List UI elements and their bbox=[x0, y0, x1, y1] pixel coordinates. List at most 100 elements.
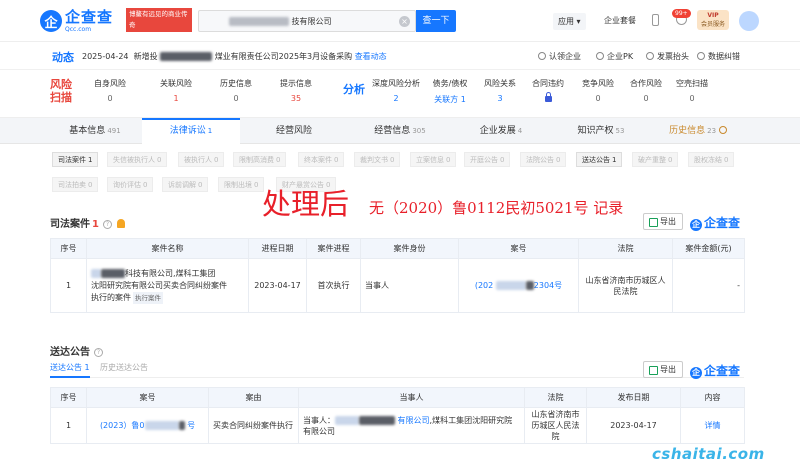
risk-related[interactable]: 关联风险 1 bbox=[146, 78, 206, 103]
apps-menu[interactable]: 应用 ▾ bbox=[553, 13, 586, 30]
case-amount: - bbox=[672, 258, 745, 313]
case-title-text: 司法案件 bbox=[50, 219, 90, 230]
filter-dishonest[interactable]: 失信被执行人 0 bbox=[107, 152, 168, 167]
service-court: 山东省济南市历城区人民法院 bbox=[524, 407, 587, 444]
avatar[interactable] bbox=[739, 11, 759, 31]
filter-label: 法院公告 bbox=[526, 156, 554, 164]
filter-label: 司法拍卖 bbox=[58, 181, 86, 189]
col-court: 法院 bbox=[578, 238, 673, 259]
analysis-debt[interactable]: 债务/债权关联方 1 bbox=[423, 78, 477, 105]
detail-link[interactable]: 详情 bbox=[680, 407, 745, 444]
filter-auction[interactable]: 司法拍卖 0 bbox=[52, 177, 99, 192]
tab-basic-info-count: 491 bbox=[107, 127, 121, 135]
service-party: 当事人： 有限公司,煤科工集团沈阳研究院有限公司 bbox=[298, 407, 525, 444]
filter-label: 裁判文书 bbox=[360, 156, 388, 164]
tab-business-risk[interactable]: 经营风险 bbox=[242, 118, 348, 145]
risk-self-value: 0 bbox=[107, 94, 113, 103]
risk-self[interactable]: 自身风险 0 bbox=[80, 78, 140, 103]
filter-count: 1 bbox=[612, 156, 617, 164]
search-input[interactable]: 技有限公司 × bbox=[198, 10, 416, 32]
analysis-contract[interactable]: 合同违约 bbox=[521, 78, 575, 103]
case-name-cell[interactable]: 科技有限公司,煤科工集团 沈阳研究院有限公司买卖合同纠纷案件 执行的案件 执行案件 bbox=[86, 258, 249, 313]
subtab-current[interactable]: 送达公告 1 bbox=[50, 362, 90, 378]
filter-terminated[interactable]: 终本案件 0 bbox=[298, 152, 345, 167]
tab-legal[interactable]: 法律诉讼 1 bbox=[142, 118, 240, 145]
analysis-relation[interactable]: 风险关系 3 bbox=[473, 78, 527, 103]
invoice-title-button[interactable]: 发票抬头 bbox=[646, 51, 689, 62]
logo-sub: Qcc.com bbox=[65, 25, 92, 33]
claim-label: 认领企业 bbox=[549, 52, 581, 61]
search-button[interactable]: 查一下 bbox=[416, 10, 456, 32]
tab-history[interactable]: 历史信息 23 bbox=[652, 118, 744, 145]
tab-ip-count: 53 bbox=[615, 127, 625, 135]
analysis-debt-value: 关联方 1 bbox=[434, 95, 466, 104]
filter-label: 询价评估 bbox=[113, 181, 141, 189]
analysis-debt-name: 债务/债权 bbox=[432, 79, 468, 88]
tab-ip[interactable]: 知识产权 53 bbox=[552, 118, 650, 145]
case-export-button[interactable]: 导出 bbox=[643, 213, 683, 230]
case-name-b: 沈阳研究院有限公司买卖合同纠纷案件 bbox=[91, 280, 227, 290]
bell-icon[interactable] bbox=[116, 219, 125, 228]
service-export-button[interactable]: 导出 bbox=[643, 361, 683, 378]
case-tag: 执行案件 bbox=[133, 291, 163, 304]
case-progress: 首次执行 bbox=[306, 258, 361, 313]
data-correction-button[interactable]: 数据纠错 bbox=[697, 51, 740, 62]
col-court: 法院 bbox=[524, 387, 587, 408]
filter-label: 破产重整 bbox=[638, 156, 666, 164]
filter-equity-freeze[interactable]: 股权冻结 0 bbox=[688, 152, 735, 167]
service-table-header: 序号 案号 案由 当事人 法院 发布日期 内容 bbox=[50, 387, 745, 408]
case-number[interactable]: (202 2304号 bbox=[458, 258, 579, 313]
search-value: 技有限公司 bbox=[291, 17, 332, 26]
filter-high-consumption[interactable]: 限制高消费 0 bbox=[233, 152, 287, 167]
tab-development[interactable]: 企业发展 4 bbox=[452, 118, 550, 145]
company-pk-button[interactable]: 企业PK bbox=[596, 51, 633, 62]
filter-service-notice[interactable]: 送达公告 1 bbox=[576, 152, 623, 167]
phone-icon[interactable] bbox=[652, 14, 659, 26]
dynamics-text-b: 煤业有限责任公司2025年3月设备采购 bbox=[214, 52, 353, 61]
suite-link[interactable]: 企业套餐 bbox=[604, 15, 636, 26]
analysis-deep[interactable]: 深度风险分析 2 bbox=[369, 78, 423, 103]
brand-mark-icon: 企 bbox=[690, 367, 702, 379]
logo[interactable]: 企 企查查 Qcc.com bbox=[40, 9, 124, 33]
tab-business-info[interactable]: 经营信息 305 bbox=[350, 118, 450, 145]
vip-button[interactable]: VIP 会员服务 bbox=[697, 10, 729, 30]
filter-court-notice[interactable]: 法院公告 0 bbox=[520, 152, 567, 167]
service-case-number[interactable]: (2023）鲁0 号 bbox=[86, 407, 209, 444]
claim-company-button[interactable]: 认领企业 bbox=[538, 51, 581, 62]
filter-hearing[interactable]: 开庭公告 0 bbox=[464, 152, 511, 167]
clear-icon[interactable]: × bbox=[399, 16, 410, 27]
filter-label: 诉前调解 bbox=[168, 181, 196, 189]
tab-basic-info-label: 基本信息 bbox=[69, 126, 106, 136]
risk-tips[interactable]: 提示信息 35 bbox=[266, 78, 326, 103]
analysis-shell[interactable]: 空壳扫描 0 bbox=[665, 78, 719, 103]
case-date: 2023-04-17 bbox=[248, 258, 307, 313]
dynamics-title: 动态 bbox=[52, 51, 74, 64]
correction-icon bbox=[697, 52, 705, 60]
filter-appraisal[interactable]: 询价评估 0 bbox=[107, 177, 154, 192]
subtab-history[interactable]: 历史送达公告 bbox=[100, 362, 148, 373]
tab-legal-label: 法律诉讼 bbox=[169, 126, 206, 136]
pk-label: 企业PK bbox=[607, 52, 634, 61]
filter-judicial-case[interactable]: 司法案件 1 bbox=[52, 152, 99, 167]
help-icon[interactable]: ? bbox=[102, 220, 112, 229]
tab-basic-info[interactable]: 基本信息 491 bbox=[50, 118, 140, 145]
service-index: 1 bbox=[50, 407, 87, 444]
risk-history[interactable]: 历史信息 0 bbox=[206, 78, 266, 103]
filter-count: 1 bbox=[88, 156, 93, 164]
analysis-deep-value: 2 bbox=[393, 94, 399, 103]
filter-exit-ban[interactable]: 限制出境 0 bbox=[218, 177, 265, 192]
party-link[interactable]: 有限公司 bbox=[398, 416, 430, 425]
case-table: 序号 案件名称 进程日期 案件进程 案件身份 案号 法院 案件金额(元) 1 科… bbox=[50, 238, 745, 313]
help-icon[interactable]: ? bbox=[94, 348, 103, 357]
history-icon bbox=[718, 126, 727, 134]
analysis-compete[interactable]: 竞争风险 0 bbox=[571, 78, 625, 103]
table-row: 1 (2023）鲁0 号 买卖合同纠纷案件执行 当事人： 有限公司,煤科工集团沈… bbox=[50, 407, 745, 444]
view-dynamics-link[interactable]: 查看动态 bbox=[355, 52, 387, 61]
filter-mediation[interactable]: 诉前调解 0 bbox=[162, 177, 209, 192]
case-name-a: 科技有限公司,煤科工集团 bbox=[125, 268, 216, 278]
slogan-line-1: 博鳌有远见的商业传奇 bbox=[129, 10, 188, 29]
filter-executed[interactable]: 被执行人 0 bbox=[178, 152, 225, 167]
filter-judgment[interactable]: 裁判文书 0 bbox=[354, 152, 401, 167]
filter-bankruptcy[interactable]: 破产重整 0 bbox=[632, 152, 679, 167]
filter-filing[interactable]: 立案信息 0 bbox=[410, 152, 457, 167]
